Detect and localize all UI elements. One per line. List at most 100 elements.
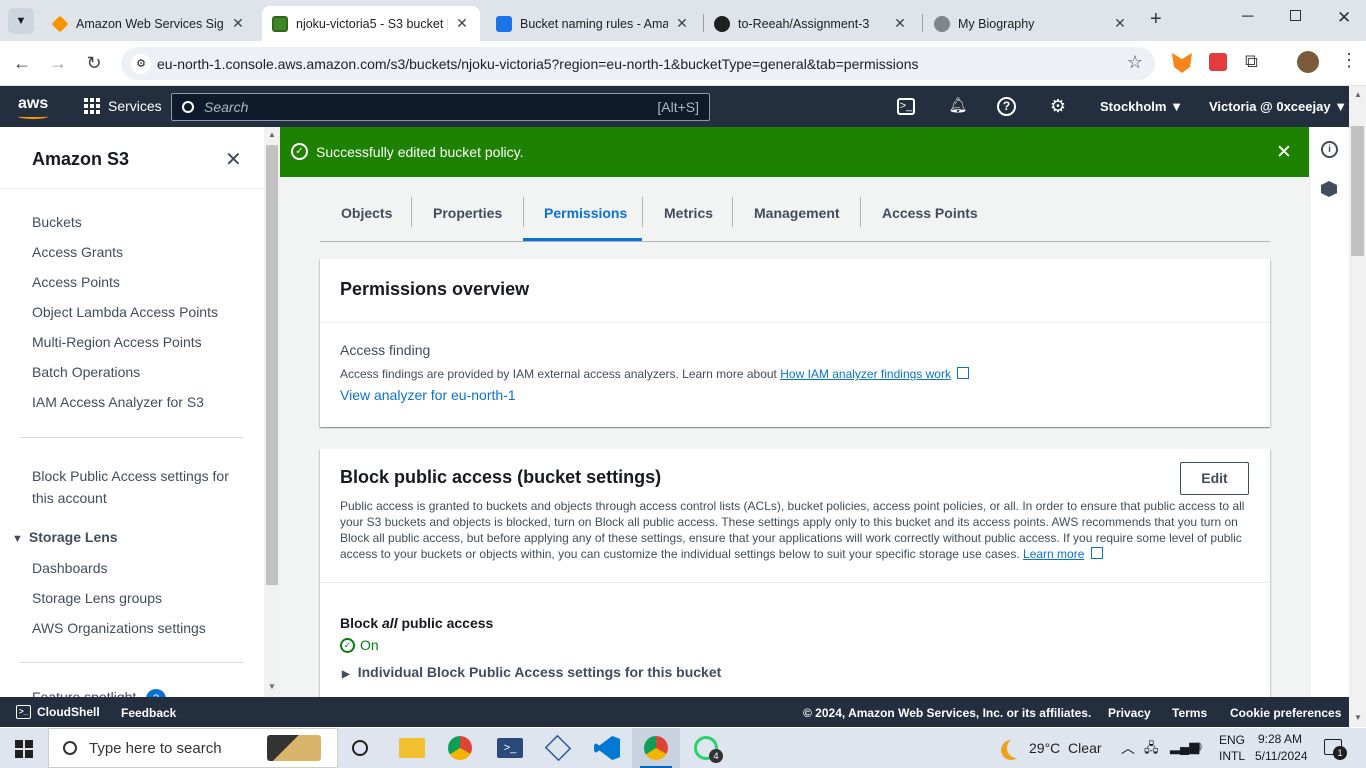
vscode-icon[interactable] xyxy=(594,736,620,760)
storage-lens-section[interactable]: ▼ Storage Lens xyxy=(12,529,118,545)
iam-analyzer-link[interactable]: How IAM analyzer findings work xyxy=(780,367,951,381)
notification-count-badge: 1 xyxy=(1333,746,1347,760)
close-tab-icon[interactable]: ✕ xyxy=(892,15,908,32)
whatsapp-icon[interactable]: 4 xyxy=(694,736,723,763)
scroll-down-arrow-icon[interactable]: ▼ xyxy=(268,682,276,691)
sidebar-item-access-grants[interactable]: Access Grants xyxy=(32,244,123,260)
taskbar-active-chrome[interactable] xyxy=(632,728,680,768)
sidebar-item-access-points[interactable]: Access Points xyxy=(32,274,120,290)
close-tab-icon[interactable]: ✕ xyxy=(1112,15,1128,32)
weather-moon-icon[interactable] xyxy=(1007,738,1027,758)
tab-access-points[interactable]: Access Points xyxy=(882,205,978,221)
info-icon[interactable]: i xyxy=(1321,141,1338,158)
clock[interactable]: 9:28 AM 5/11/2024 xyxy=(1255,731,1308,765)
graduation-cap-icon xyxy=(267,735,321,761)
powershell-icon[interactable]: >_ xyxy=(497,738,523,758)
caret-down-icon: ▼ xyxy=(12,533,23,545)
tab-properties[interactable]: Properties xyxy=(433,205,502,221)
extension-red-icon[interactable] xyxy=(1209,53,1227,71)
reload-icon[interactable]: ↻ xyxy=(82,53,106,74)
minimize-icon[interactable]: ─ xyxy=(1242,8,1253,26)
sidebar-item-object-lambda[interactable]: Object Lambda Access Points xyxy=(32,304,218,320)
tab-metrics[interactable]: Metrics xyxy=(664,205,713,221)
tab-search-button[interactable]: ▼ xyxy=(8,8,34,34)
scrollbar-thumb[interactable] xyxy=(266,145,278,585)
sidebar-item-dashboards[interactable]: Dashboards xyxy=(32,560,108,576)
scroll-up-arrow-icon[interactable]: ▲ xyxy=(1354,90,1362,99)
notifications-bell-icon[interactable]: 🔔︎ xyxy=(947,96,969,118)
back-arrow-icon[interactable]: ← xyxy=(10,53,34,74)
new-tab-icon[interactable]: + xyxy=(1150,8,1162,31)
forward-arrow-icon[interactable]: → xyxy=(46,53,70,74)
feedback-link[interactable]: Feedback xyxy=(121,706,176,720)
close-window-icon[interactable]: ✕ xyxy=(1337,8,1351,28)
cookie-preferences-link[interactable]: Cookie preferences xyxy=(1230,706,1341,720)
browser-tab-biography[interactable]: My Biography ✕ xyxy=(924,6,1138,41)
network-icon[interactable]: 🖧︎ xyxy=(1144,739,1159,761)
profile-avatar[interactable] xyxy=(1297,51,1319,73)
account-menu[interactable]: Victoria @ 0xceejay ▼ xyxy=(1209,99,1347,114)
tab-management[interactable]: Management xyxy=(754,205,840,221)
windows-start-icon[interactable] xyxy=(15,740,33,758)
sidenav-scrollbar[interactable]: ▲ ▼ xyxy=(264,127,280,697)
site-info-icon[interactable]: ⚙ xyxy=(131,54,151,74)
file-explorer-icon[interactable] xyxy=(399,738,425,758)
system-tray-chevron-icon[interactable]: ︿ xyxy=(1121,738,1135,758)
tab-permissions[interactable]: Permissions xyxy=(544,205,627,221)
search-placeholder: Search xyxy=(204,99,249,115)
address-bar[interactable]: ⚙ eu-north-1.console.aws.amazon.com/s3/b… xyxy=(121,47,1155,80)
chrome-icon[interactable] xyxy=(448,736,472,760)
region-selector[interactable]: Stockholm ▼ xyxy=(1100,99,1183,114)
help-icon[interactable]: ? xyxy=(997,97,1016,116)
view-analyzer-link[interactable]: View analyzer for eu-north-1 xyxy=(340,387,516,403)
sidebar-item-batch-operations[interactable]: Batch Operations xyxy=(32,364,140,380)
close-tab-icon[interactable]: ✕ xyxy=(674,15,690,32)
scrollbar-thumb[interactable] xyxy=(1351,126,1364,256)
sidebar-item-storage-lens-groups[interactable]: Storage Lens groups xyxy=(32,590,162,606)
individual-settings-expander[interactable]: ▶ Individual Block Public Access settings… xyxy=(342,664,721,680)
aws-logo[interactable]: aws xyxy=(18,95,48,113)
extensions-puzzle-icon[interactable]: ⧉ xyxy=(1245,51,1258,72)
services-menu[interactable]: Services xyxy=(84,98,162,114)
sidenav-title[interactable]: Amazon S3 xyxy=(32,149,129,170)
settings-gear-icon[interactable]: ⚙ xyxy=(1047,96,1069,118)
browser-tab-s3-bucket[interactable]: njoku-victoria5 - S3 bucket | ✕ xyxy=(262,6,480,41)
browser-tab-aws-signin[interactable]: Amazon Web Services Sign-In ✕ xyxy=(42,6,256,41)
notification-center-icon[interactable]: 1 xyxy=(1324,739,1347,760)
close-nav-icon[interactable]: ✕ xyxy=(225,147,242,172)
learn-more-link[interactable]: Learn more xyxy=(1023,547,1084,561)
virtualbox-icon[interactable] xyxy=(544,734,572,762)
sidebar-item-iam-analyzer[interactable]: IAM Access Analyzer for S3 xyxy=(32,394,204,410)
sidebar-item-buckets[interactable]: Buckets xyxy=(32,214,82,230)
scroll-down-arrow-icon[interactable]: ▼ xyxy=(1354,713,1362,722)
cloudshell-button[interactable]: >_ CloudShell xyxy=(16,705,100,719)
main-content: ✓ Successfully edited bucket policy. ✕ O… xyxy=(280,127,1309,697)
privacy-link[interactable]: Privacy xyxy=(1108,706,1151,720)
tab-objects[interactable]: Objects xyxy=(341,205,392,221)
page-scrollbar[interactable]: ▲ ▼ xyxy=(1349,86,1366,727)
language-indicator[interactable]: ENG INTL xyxy=(1219,732,1245,764)
feature-hexagon-icon[interactable] xyxy=(1321,181,1337,197)
browser-tab-github[interactable]: to-Reeah/Assignment-3 ✕ xyxy=(704,6,918,41)
terms-link[interactable]: Terms xyxy=(1172,706,1207,720)
browser-menu-icon[interactable]: ⋮ xyxy=(1340,50,1358,71)
aws-search-input[interactable]: Search [Alt+S] xyxy=(171,93,710,121)
sidebar-item-multi-region[interactable]: Multi-Region Access Points xyxy=(32,334,202,350)
sidebar-item-aws-organizations[interactable]: AWS Organizations settings xyxy=(32,620,206,636)
close-tab-icon[interactable]: ✕ xyxy=(230,15,246,32)
cloudshell-icon[interactable]: >_ xyxy=(897,98,915,115)
metamask-extension-icon[interactable] xyxy=(1172,53,1192,73)
weather-text[interactable]: 29°C Clear xyxy=(1029,740,1102,756)
volume-icon[interactable]: 🔊︎ xyxy=(1193,738,1202,755)
bookmark-star-icon[interactable]: ☆ xyxy=(1127,52,1143,73)
task-view-icon[interactable] xyxy=(352,740,368,756)
dismiss-flash-icon[interactable]: ✕ xyxy=(1276,141,1292,164)
close-tab-icon[interactable]: ✕ xyxy=(454,15,470,32)
edit-button[interactable]: Edit xyxy=(1180,462,1249,495)
sidebar-item-block-public-access[interactable]: Block Public Access settings for this ac… xyxy=(32,465,229,509)
taskbar-search-box[interactable]: Type here to search xyxy=(48,728,338,768)
scroll-up-arrow-icon[interactable]: ▲ xyxy=(268,130,276,139)
sidebar-item-feature-spotlight[interactable]: Feature spotlight 3 xyxy=(32,689,167,697)
restore-icon[interactable] xyxy=(1290,10,1301,21)
browser-tab-naming-rules[interactable]: Bucket naming rules - Amaz ✕ xyxy=(486,6,700,41)
